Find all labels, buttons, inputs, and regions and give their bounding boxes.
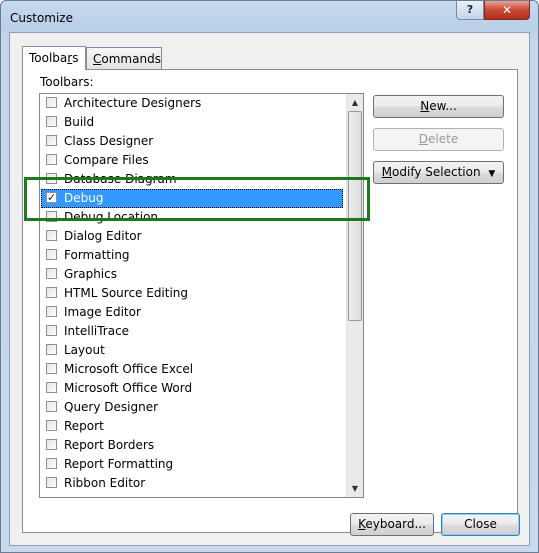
toolbar-item-label: IntelliTrace <box>64 324 130 338</box>
toolbars-tab-panel: Toolbars: Ribbon Editor Report Formatting… <box>22 69 518 533</box>
scroll-down-arrow-icon[interactable]: ▼ <box>347 480 363 497</box>
toolbar-list-item[interactable]: Formatting <box>41 246 343 265</box>
toolbar-list-item[interactable]: Ribbon Editor <box>41 474 343 493</box>
toolbar-list-item[interactable]: Query Designer <box>41 398 343 417</box>
toolbar-list-item[interactable]: Architecture Designers <box>41 94 343 113</box>
toolbar-checkbox[interactable] <box>46 306 57 317</box>
toolbar-item-label: Formatting <box>64 248 130 262</box>
tab-toolbars[interactable]: Toolbars <box>22 46 86 70</box>
toolbar-item-label: Build <box>64 115 95 129</box>
toolbar-item-label: Graphics <box>64 267 117 281</box>
toolbar-item-label: Class Designer <box>64 134 154 148</box>
toolbar-list-item[interactable]: Report Borders <box>41 436 343 455</box>
toolbar-checkbox[interactable] <box>46 154 57 165</box>
dropdown-arrow-icon: ▼ <box>488 169 496 179</box>
tab-commands-label: Commands <box>93 52 161 66</box>
toolbar-list-item[interactable]: Layout <box>41 341 343 360</box>
list-scrollbar[interactable]: ▲ ▼ <box>346 94 363 497</box>
toolbar-list-item[interactable]: Database Diagram <box>41 170 343 189</box>
toolbar-item-label: Report Borders <box>64 438 155 452</box>
toolbar-checkbox[interactable] <box>46 477 57 488</box>
dialog-client-area: Toolbars Commands Toolbars: Ribbon Edito… <box>9 32 530 546</box>
toolbar-checkbox[interactable] <box>46 420 57 431</box>
toolbar-checkbox[interactable] <box>46 344 57 355</box>
toolbar-checkbox[interactable] <box>46 458 57 469</box>
toolbar-item-label: Debug Location <box>64 210 159 224</box>
scroll-thumb[interactable] <box>348 111 362 321</box>
modify-selection-button[interactable]: Modify Selection ▼ <box>373 161 504 184</box>
modify-selection-label: Modify Selection <box>381 165 481 179</box>
toolbar-list-item[interactable]: Compare Files <box>41 151 343 170</box>
toolbar-list-item[interactable]: Graphics <box>41 265 343 284</box>
window-title: Customize <box>10 11 73 25</box>
toolbar-item-label: Report Formatting <box>64 457 174 471</box>
delete-button-label: Delete <box>418 132 459 146</box>
toolbar-list-item[interactable]: IntelliTrace <box>41 322 343 341</box>
title-bar[interactable]: Customize ? ✕ <box>1 1 538 33</box>
close-button[interactable]: Close <box>441 513 520 536</box>
scroll-up-arrow-icon[interactable]: ▲ <box>347 94 363 111</box>
toolbar-checkbox[interactable] <box>46 401 57 412</box>
toolbar-list-item[interactable]: Build <box>41 113 343 132</box>
toolbar-item-label: Microsoft Office Word <box>64 381 193 395</box>
toolbar-item-label: Debug <box>64 191 104 205</box>
toolbar-checkbox[interactable] <box>46 363 57 374</box>
toolbar-item-label: HTML Source Editing <box>64 286 189 300</box>
toolbar-item-label: Architecture Designers <box>64 96 202 110</box>
new-toolbar-button[interactable]: New... <box>373 95 504 118</box>
delete-toolbar-button[interactable]: Delete <box>373 128 504 151</box>
close-button-label: Close <box>464 517 497 531</box>
toolbar-checkbox[interactable] <box>46 173 57 184</box>
toolbar-item-label: Database Diagram <box>64 172 177 186</box>
toolbar-item-label: Compare Files <box>64 153 149 167</box>
toolbars-list[interactable]: Ribbon Editor Report Formatting Report Bor… <box>39 93 364 498</box>
toolbar-item-label: Report <box>64 419 104 433</box>
toolbar-list-item[interactable]: Debug Location <box>41 208 343 227</box>
close-window-button[interactable]: ✕ <box>484 1 530 20</box>
keyboard-button-label: Keyboard... <box>358 517 426 531</box>
toolbar-item-label: Query Designer <box>64 400 159 414</box>
toolbar-list-item[interactable]: Report Formatting <box>41 455 343 474</box>
toolbar-checkbox[interactable] <box>46 230 57 241</box>
toolbar-item-label: Image Editor <box>64 305 141 319</box>
toolbar-list-item[interactable]: Dialog Editor <box>41 227 343 246</box>
toolbar-item-label: Microsoft Office Excel <box>64 362 194 376</box>
toolbar-checkbox[interactable] <box>46 211 57 222</box>
toolbar-checkbox[interactable] <box>46 97 57 108</box>
toolbar-checkbox[interactable] <box>46 249 57 260</box>
customize-dialog: Customize ? ✕ Toolbars Commands Toolbars… <box>0 0 539 553</box>
toolbar-item-label: Layout <box>64 343 105 357</box>
toolbar-checkbox[interactable] <box>46 325 57 336</box>
tab-commands[interactable]: Commands <box>86 47 162 69</box>
toolbar-list-item[interactable]: Image Editor <box>41 303 343 322</box>
new-button-label: New... <box>420 99 457 113</box>
tab-toolbars-label: Toolbars <box>29 51 79 65</box>
toolbar-checkbox[interactable] <box>46 287 57 298</box>
toolbar-item-label: Dialog Editor <box>64 229 142 243</box>
toolbar-list-item[interactable]: Debug <box>41 188 343 208</box>
toolbar-item-label: Ribbon Editor <box>64 476 146 490</box>
toolbar-list-item[interactable]: Microsoft Office Excel <box>41 360 343 379</box>
toolbar-checkbox[interactable] <box>46 135 57 146</box>
toolbar-checkbox[interactable] <box>46 116 57 127</box>
toolbar-list-item[interactable]: Class Designer <box>41 132 343 151</box>
toolbar-checkbox[interactable] <box>46 382 57 393</box>
toolbar-checkbox[interactable] <box>46 268 57 279</box>
toolbar-checkbox[interactable] <box>46 188 57 207</box>
toolbars-list-label: Toolbars: <box>40 75 94 89</box>
toolbar-list-item[interactable]: Report <box>41 417 343 436</box>
help-button[interactable]: ? <box>456 1 484 20</box>
keyboard-button[interactable]: Keyboard... <box>350 513 434 536</box>
toolbar-list-item[interactable]: HTML Source Editing <box>41 284 343 303</box>
toolbar-checkbox[interactable] <box>46 439 57 450</box>
toolbar-list-item[interactable]: Microsoft Office Word <box>41 379 343 398</box>
